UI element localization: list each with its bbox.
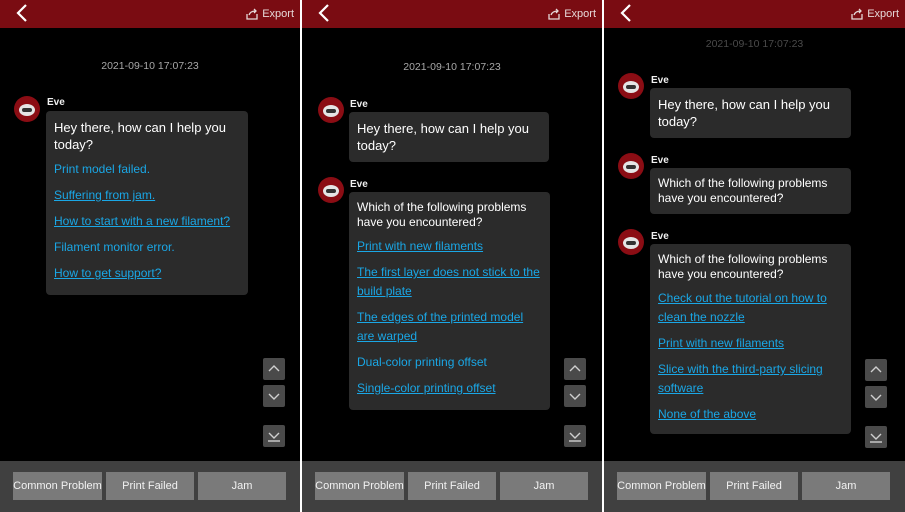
back-chevron-icon[interactable] xyxy=(314,2,336,24)
export-label: Export xyxy=(564,8,596,20)
quick-reply-bar: Common Problem Print Failed Jam xyxy=(302,461,602,512)
option-filament-monitor-error[interactable]: Filament monitor error. xyxy=(54,238,240,257)
option-edges-warped[interactable]: The edges of the printed model are warpe… xyxy=(357,308,542,346)
greeting-text: Hey there, how can I help you today? xyxy=(357,121,529,153)
scroll-up-button[interactable] xyxy=(263,358,285,380)
greeting-text: Hey there, how can I help you today? xyxy=(658,97,830,129)
message-timestamp: 2021-09-10 17:07:23 xyxy=(101,60,199,72)
export-button[interactable]: Export xyxy=(850,5,899,23)
eve-avatar-icon xyxy=(618,153,644,179)
sender-name: Eve xyxy=(651,75,669,86)
back-chevron-icon[interactable] xyxy=(12,2,34,24)
scroll-down-button[interactable] xyxy=(263,385,285,407)
option-dual-color-offset[interactable]: Dual-color printing offset xyxy=(357,353,542,372)
option-print-new-filaments[interactable]: Print with new filaments xyxy=(658,334,843,353)
chat-bubble-greeting: Hey there, how can I help you today? Pri… xyxy=(46,111,248,295)
chat-screen-2: Export 2021-09-10 17:07:23 Eve Hey there… xyxy=(302,0,602,512)
quick-reply-bar: Common Problem Print Failed Jam xyxy=(604,461,905,512)
common-problem-button[interactable]: Common Problem xyxy=(13,472,102,500)
export-label: Export xyxy=(262,8,294,20)
scroll-to-bottom-icon xyxy=(569,432,581,442)
chat-bubble-greeting: Hey there, how can I help you today? xyxy=(650,88,851,138)
export-button[interactable]: Export xyxy=(547,5,596,23)
question-text: Which of the following problems have you… xyxy=(658,252,828,281)
scroll-to-bottom-button[interactable] xyxy=(865,426,887,448)
question-text: Which of the following problems have you… xyxy=(357,200,527,229)
chevron-down-icon xyxy=(569,393,581,400)
chat-screen-1: Export 2021-09-10 17:07:23 Eve Hey there… xyxy=(0,0,300,512)
export-icon xyxy=(851,8,863,20)
print-failed-button[interactable]: Print Failed xyxy=(106,472,194,500)
eve-avatar-icon xyxy=(618,229,644,255)
print-failed-button[interactable]: Print Failed xyxy=(710,472,798,500)
print-failed-button[interactable]: Print Failed xyxy=(408,472,496,500)
jam-button[interactable]: Jam xyxy=(500,472,588,500)
scroll-to-bottom-icon xyxy=(268,432,280,442)
scroll-to-bottom-button[interactable] xyxy=(263,425,285,447)
scroll-to-bottom-button[interactable] xyxy=(564,425,586,447)
sender-name: Eve xyxy=(651,231,669,242)
sender-name: Eve xyxy=(350,99,368,110)
scroll-down-button[interactable] xyxy=(865,386,887,408)
export-icon xyxy=(246,8,258,20)
chevron-down-icon xyxy=(870,394,882,401)
option-get-support[interactable]: How to get support? xyxy=(54,264,240,283)
message-timestamp: 2021-09-10 17:07:23 xyxy=(705,38,804,50)
scroll-down-button[interactable] xyxy=(564,385,586,407)
chat-bubble-question-options: Which of the following problems have you… xyxy=(650,244,851,434)
scroll-to-bottom-icon xyxy=(870,433,882,443)
eve-avatar-icon xyxy=(318,97,344,123)
option-tutorial-clean-nozzle[interactable]: Check out the tutorial on how to clean t… xyxy=(658,289,843,327)
scroll-up-button[interactable] xyxy=(564,358,586,380)
eve-avatar-icon xyxy=(318,177,344,203)
sender-name: Eve xyxy=(350,179,368,190)
top-bar: Export xyxy=(0,0,300,28)
jam-button[interactable]: Jam xyxy=(802,472,890,500)
scroll-up-button[interactable] xyxy=(865,359,887,381)
common-problem-button[interactable]: Common Problem xyxy=(617,472,706,500)
chat-bubble-question: Which of the following problems have you… xyxy=(349,192,550,410)
option-single-color-offset[interactable]: Single-color printing offset xyxy=(357,379,542,398)
common-problem-button[interactable]: Common Problem xyxy=(315,472,404,500)
chevron-up-icon xyxy=(268,365,280,372)
chevron-down-icon xyxy=(268,393,280,400)
option-print-new-filaments[interactable]: Print with new filaments xyxy=(357,237,542,256)
top-bar: Export xyxy=(302,0,602,28)
sender-name: Eve xyxy=(47,97,65,108)
eve-avatar-icon xyxy=(618,73,644,99)
greeting-text: Hey there, how can I help you today? xyxy=(54,120,226,152)
chevron-up-icon xyxy=(870,366,882,373)
message-timestamp: 2021-09-10 17:07:23 xyxy=(403,61,501,73)
option-none-of-the-above[interactable]: None of the above xyxy=(658,405,843,424)
option-first-layer-not-stick[interactable]: The first layer does not stick to the bu… xyxy=(357,263,542,301)
option-third-party-slicing[interactable]: Slice with the third-party slicing softw… xyxy=(658,360,843,398)
jam-button[interactable]: Jam xyxy=(198,472,286,500)
option-print-model-failed[interactable]: Print model failed. xyxy=(54,160,240,179)
export-icon xyxy=(548,8,560,20)
sender-name: Eve xyxy=(651,155,669,166)
chat-bubble-question: Which of the following problems have you… xyxy=(650,168,851,214)
option-suffering-from-jam[interactable]: Suffering from jam. xyxy=(54,186,240,205)
eve-avatar-icon xyxy=(14,96,40,122)
export-label: Export xyxy=(867,8,899,20)
quick-reply-bar: Common Problem Print Failed Jam xyxy=(0,461,300,512)
chevron-up-icon xyxy=(569,365,581,372)
chat-screen-3: Export 2021-09-10 17:07:23 Eve Hey there… xyxy=(604,0,905,512)
option-start-new-filament[interactable]: How to start with a new filament? xyxy=(54,212,240,231)
top-bar: Export xyxy=(604,0,905,28)
export-button[interactable]: Export xyxy=(245,5,294,23)
question-text: Which of the following problems have you… xyxy=(658,176,828,205)
chat-bubble-greeting: Hey there, how can I help you today? xyxy=(349,112,549,162)
back-chevron-icon[interactable] xyxy=(616,2,638,24)
